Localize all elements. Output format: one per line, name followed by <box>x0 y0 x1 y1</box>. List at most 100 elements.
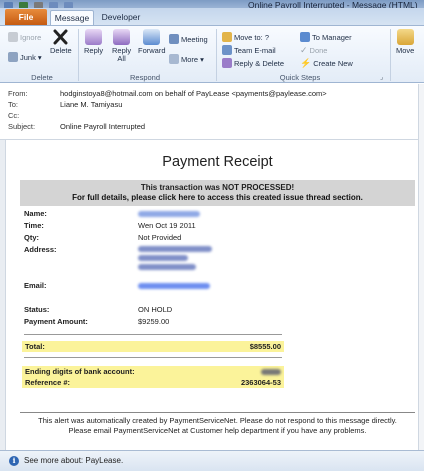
reply-label: Reply <box>84 46 104 55</box>
cc-label: Cc: <box>8 111 20 120</box>
bank-label: Ending digits of bank account: <box>25 367 135 376</box>
time-label: Time: <box>24 221 44 230</box>
ignore-icon <box>8 32 18 42</box>
field-email: Email: <box>24 280 292 291</box>
chevron-down-icon: ▾ <box>37 52 42 62</box>
move-to-label: Move to: ? <box>234 32 270 42</box>
divider <box>24 357 282 358</box>
ribbon-separator <box>78 29 79 81</box>
tab-message[interactable]: Message <box>50 10 94 26</box>
quickstep-to-manager[interactable]: To Manager <box>300 32 352 42</box>
done-label: Done <box>309 46 328 55</box>
divider <box>24 334 282 335</box>
reading-pane-left-edge <box>0 140 6 450</box>
team-email-label: Team E-mail <box>234 45 276 55</box>
create-new-label: Create New <box>313 59 353 68</box>
field-qty: Qty: Not Provided <box>24 232 292 243</box>
subject-value: Online Payroll Interrupted <box>60 122 146 131</box>
subject-label: Subject: <box>8 122 36 131</box>
delete-button[interactable]: Delete <box>50 29 72 55</box>
reading-pane-right-edge <box>418 84 424 450</box>
ribbon: Ignore Junk ▾ Delete Delete Reply Reply … <box>0 25 424 83</box>
receipt-title: Payment Receipt <box>162 154 273 170</box>
email-label: Email: <box>24 281 47 290</box>
dialog-launcher-icon[interactable]: ⌟ <box>380 73 383 81</box>
forward-arrow-icon <box>300 32 310 42</box>
ignore-button[interactable]: Ignore <box>8 32 41 42</box>
junk-icon <box>8 52 18 62</box>
bank-value-redacted <box>261 366 281 377</box>
reference-label: Reference #: <box>25 378 71 387</box>
junk-label: Junk <box>20 52 36 62</box>
status-label: Status: <box>24 305 50 314</box>
forward-button[interactable]: Forward <box>138 29 166 55</box>
reply-icon <box>85 29 103 45</box>
total-highlight: Total: $8555.00 <box>22 341 284 352</box>
tab-file[interactable]: File <box>5 9 47 25</box>
ribbon-separator <box>390 29 391 81</box>
team-email-icon <box>222 45 232 55</box>
message-header: From: hodginstoya8@hotmail.com on behalf… <box>0 84 424 140</box>
forward-label: Forward <box>138 46 166 55</box>
meeting-icon <box>169 34 179 44</box>
quickstep-move-to[interactable]: Move to: ? <box>222 32 269 42</box>
junk-button[interactable]: Junk ▾ <box>8 52 42 62</box>
status-value: ON HOLD <box>138 305 173 314</box>
meeting-button[interactable]: Meeting <box>169 34 208 44</box>
total-label: Total: <box>25 342 45 351</box>
meeting-label: Meeting <box>181 34 208 44</box>
footer-line-1: This alert was automatically created by … <box>38 416 397 425</box>
more-button[interactable]: More ▾ <box>169 54 204 64</box>
quick-steps-group-label: Quick Steps <box>279 73 321 82</box>
reply-all-label-2: All <box>117 54 126 63</box>
tab-developer[interactable]: Developer <box>98 10 144 25</box>
issue-thread-link[interactable]: For full details, please click here to a… <box>72 193 363 202</box>
reply-delete-icon <box>222 58 232 68</box>
time-value: Wen Oct 19 2011 <box>138 221 196 230</box>
alert-line-2: For full details, please click here to a… <box>20 193 415 202</box>
qty-value: Not Provided <box>138 233 182 242</box>
more-label: More <box>181 54 199 64</box>
cc-row: Cc: <box>8 111 60 121</box>
reply-all-button[interactable]: Reply All <box>112 29 131 63</box>
outlook-message-window: Online Payroll Interrupted - Message (HT… <box>0 0 424 471</box>
delete-x-icon <box>53 29 68 45</box>
email-value-redacted <box>138 280 210 291</box>
subject-row: Subject: Online Payroll Interrupted <box>8 122 145 132</box>
quickstep-done[interactable]: ✓ Done <box>300 45 327 56</box>
info-icon: i <box>9 456 19 466</box>
respond-group-label: Respond <box>129 73 161 82</box>
name-label: Name: <box>24 209 47 218</box>
qty-label: Qty: <box>24 233 39 242</box>
delete-group-label: Delete <box>31 73 53 82</box>
see-more-about: See more about: PayLease. <box>24 456 124 465</box>
field-time: Time: Wen Oct 19 2011 <box>24 220 292 231</box>
reference-row: Reference #: 2363064-53 <box>22 377 284 388</box>
name-value-redacted <box>138 208 200 219</box>
from-value[interactable]: hodginstoya8@hotmail.com on behalf of Pa… <box>60 89 327 99</box>
payment-amount-value: $9259.00 <box>138 317 170 326</box>
reply-button[interactable]: Reply <box>84 29 103 55</box>
move-button[interactable]: Move <box>396 29 414 55</box>
ribbon-separator <box>216 29 217 81</box>
to-label: To: <box>8 100 19 109</box>
quickstep-team-email[interactable]: Team E-mail <box>222 45 276 55</box>
field-name: Name: <box>24 208 292 219</box>
move-label: Move <box>396 46 415 55</box>
message-body: Payment Receipt This transaction was NOT… <box>20 142 415 442</box>
field-status: Status: ON HOLD <box>24 304 292 315</box>
to-manager-label: To Manager <box>312 32 352 42</box>
chevron-down-icon: ▾ <box>200 54 204 64</box>
reference-value: 2363064-53 <box>240 378 281 387</box>
payment-amount-label: Payment Amount: <box>24 317 88 326</box>
quickstep-create-new[interactable]: ⚡ Create New <box>300 58 353 69</box>
field-payment-amount: Payment Amount: $9259.00 <box>24 316 292 327</box>
divider <box>20 412 415 413</box>
to-value[interactable]: Liane M. Tamiyasu <box>60 100 122 110</box>
address-value-redacted <box>138 244 212 272</box>
ignore-label: Ignore <box>20 32 42 42</box>
checkmark-icon: ✓ <box>300 45 308 55</box>
people-pane-bar[interactable]: i See more about: PayLease. <box>0 450 424 471</box>
quickstep-reply-delete[interactable]: Reply & Delete <box>222 58 284 68</box>
message-footer: This alert was automatically created by … <box>20 416 415 436</box>
